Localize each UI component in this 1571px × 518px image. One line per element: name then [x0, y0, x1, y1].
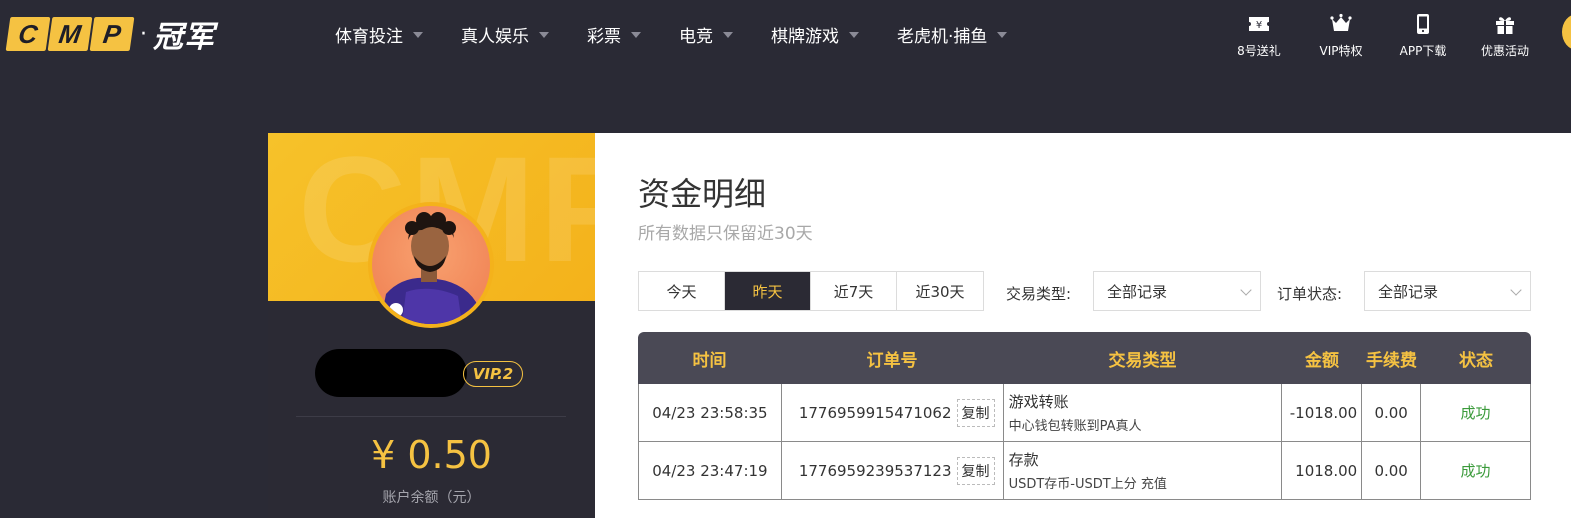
username-redacted	[315, 349, 467, 397]
col-fee: 手续费	[1366, 350, 1417, 371]
table-row: 04/23 23:47:19 1776959239537123 复制 存款 US…	[638, 442, 1531, 500]
row-order-number: 1776959915471062	[798, 403, 952, 422]
vip-level-badge[interactable]: VIP.2	[463, 361, 523, 387]
tool-app-download[interactable]: APP下载	[1392, 12, 1454, 59]
tab-last-7-days[interactable]: 近7天	[811, 272, 897, 310]
page-title: 资金明细	[638, 175, 767, 213]
table-row: 04/23 23:58:35 1776959915471062 复制 游戏转账 …	[638, 384, 1531, 442]
tool-promotions[interactable]: 优惠活动	[1474, 12, 1536, 59]
player-portrait-icon	[380, 212, 482, 324]
tool-label: APP下载	[1399, 44, 1447, 58]
brand-logo[interactable]: C M P · 冠军	[5, 16, 215, 55]
trade-type-label: 交易类型:	[1006, 285, 1072, 303]
order-status-select[interactable]: 全部记录	[1364, 271, 1531, 311]
top-header: C M P · 冠军 体育投注 真人娱乐 彩票 电竞 棋牌游戏 老虎机·捕鱼 ¥…	[0, 0, 1571, 70]
profile-divider	[296, 416, 566, 417]
account-balance: ¥ 0.50	[371, 433, 492, 477]
profile-card: CMP VIP.2 ¥ 0.50 账户余额（元）	[268, 133, 595, 518]
row-status: 成功	[1421, 384, 1531, 441]
nav-label: 电竞	[679, 27, 713, 47]
nav-esports[interactable]: 电竞	[679, 22, 733, 47]
transactions-table: 时间 订单号 交易类型 金额 手续费 状态 04/23 23:58:35 177…	[638, 332, 1531, 500]
col-trade-type: 交易类型	[1108, 350, 1177, 371]
nav-slots-fishing[interactable]: 老虎机·捕鱼	[897, 22, 1008, 47]
crown-icon	[1330, 13, 1352, 31]
nav-label: 棋牌游戏	[771, 27, 839, 47]
order-status-label: 订单状态:	[1277, 285, 1343, 303]
tab-last-30-days[interactable]: 近30天	[897, 272, 983, 310]
chevron-down-icon	[723, 31, 733, 38]
row-time: 04/23 23:58:35	[639, 384, 782, 441]
user-avatar-button[interactable]	[1562, 14, 1571, 50]
nav-label: 真人娱乐	[461, 27, 529, 47]
nav-label: 体育投注	[335, 27, 403, 47]
page-subtitle: 所有数据只保留近30天	[638, 224, 813, 244]
avatar[interactable]	[368, 202, 494, 328]
row-type-main: 游戏转账	[1008, 393, 1069, 411]
row-type-detail: USDT存币-USDT上分 充值	[1008, 477, 1167, 492]
nav-sports[interactable]: 体育投注	[335, 22, 423, 47]
tool-label: VIP特权	[1319, 44, 1363, 58]
chevron-down-icon	[1240, 284, 1252, 296]
tool-vip[interactable]: VIP特权	[1310, 12, 1372, 59]
main-nav: 体育投注 真人娱乐 彩票 电竞 棋牌游戏 老虎机·捕鱼	[335, 22, 1045, 47]
fund-details-panel: 资金明细 所有数据只保留近30天 今天 昨天 近7天 近30天 交易类型: 全部…	[595, 133, 1571, 518]
row-amount: 1018.00	[1282, 442, 1363, 499]
logo-letter-m: M	[47, 17, 93, 51]
col-status: 状态	[1459, 350, 1493, 371]
header-tools: ¥ 8号送礼 VIP特权 APP下载 优惠活动	[1228, 12, 1556, 59]
nav-card-games[interactable]: 棋牌游戏	[771, 22, 859, 47]
nav-live-casino[interactable]: 真人娱乐	[461, 22, 549, 47]
tab-yesterday[interactable]: 昨天	[725, 272, 811, 310]
row-type-detail: 中心钱包转账到PA真人	[1008, 419, 1142, 434]
chevron-down-icon	[539, 31, 549, 38]
chevron-down-icon	[1510, 284, 1522, 296]
ticket-icon: ¥	[1249, 17, 1269, 31]
row-order: 1776959915471062 复制	[782, 384, 1004, 441]
row-trade-type: 游戏转账 中心钱包转账到PA真人	[1004, 384, 1283, 441]
gift-icon	[1496, 17, 1514, 34]
row-order-number: 1776959239537123	[798, 461, 952, 480]
chevron-down-icon	[631, 31, 641, 38]
chevron-down-icon	[413, 31, 423, 38]
logo-letter-c: C	[5, 17, 51, 51]
row-time: 04/23 23:47:19	[639, 442, 782, 499]
order-status-value: 全部记录	[1378, 282, 1439, 301]
trade-type-select[interactable]: 全部记录	[1093, 271, 1261, 311]
row-amount: -1018.00	[1282, 384, 1363, 441]
nav-label: 彩票	[587, 27, 621, 47]
tab-today[interactable]: 今天	[639, 272, 725, 310]
table-header: 时间 订单号 交易类型 金额 手续费 状态	[638, 332, 1531, 384]
logo-dot: ·	[140, 21, 147, 47]
row-status: 成功	[1421, 442, 1531, 499]
copy-order-button[interactable]: 复制	[956, 456, 995, 485]
tool-label: 8号送礼	[1237, 44, 1281, 58]
avatar-image	[372, 206, 490, 324]
trade-type-value: 全部记录	[1107, 282, 1168, 301]
account-balance-label: 账户余额（元）	[382, 490, 481, 506]
mobile-icon	[1417, 14, 1429, 34]
row-trade-type: 存款 USDT存币-USDT上分 充值	[1004, 442, 1283, 499]
nav-label: 老虎机·捕鱼	[897, 27, 988, 47]
tool-gift-8[interactable]: ¥ 8号送礼	[1228, 12, 1290, 59]
col-time: 时间	[692, 350, 727, 371]
chevron-down-icon	[849, 31, 859, 38]
logo-letter-p: P	[89, 17, 135, 51]
row-fee: 0.00	[1362, 442, 1422, 499]
col-amount: 金额	[1305, 350, 1339, 371]
copy-order-button[interactable]: 复制	[956, 398, 995, 427]
nav-lottery[interactable]: 彩票	[587, 22, 641, 47]
row-fee: 0.00	[1362, 384, 1422, 441]
row-order: 1776959239537123 复制	[782, 442, 1004, 499]
svg-text:¥: ¥	[1256, 20, 1262, 31]
tool-label: 优惠活动	[1480, 44, 1529, 58]
col-order-no: 订单号	[866, 350, 918, 371]
chevron-down-icon	[997, 31, 1008, 38]
date-range-tabs: 今天 昨天 近7天 近30天	[638, 271, 984, 311]
logo-brand-text: 冠军	[153, 20, 215, 55]
row-type-main: 存款	[1008, 451, 1039, 469]
